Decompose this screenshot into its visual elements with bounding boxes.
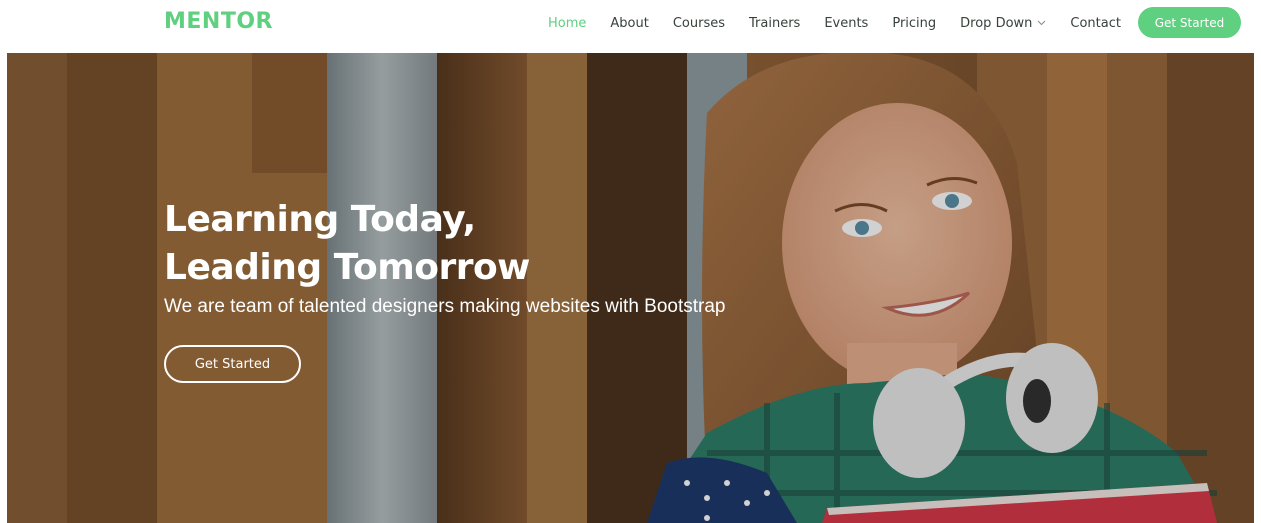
nav-about[interactable]: About	[610, 16, 648, 31]
nav-events[interactable]: Events	[824, 16, 868, 31]
hero-section: Learning Today, Leading Tomorrow We are …	[7, 53, 1254, 523]
main-nav: Home About Courses Trainers Events Prici…	[548, 14, 1145, 32]
hero-get-started-button[interactable]: Get Started	[164, 345, 301, 383]
hero-title: Learning Today, Leading Tomorrow	[164, 196, 530, 292]
nav-dropdown[interactable]: Drop Down	[960, 16, 1046, 31]
nav-courses[interactable]: Courses	[673, 16, 725, 31]
nav-trainers[interactable]: Trainers	[749, 16, 800, 31]
hero-title-line-2: Leading Tomorrow	[164, 247, 530, 288]
logo[interactable]: MENTOR	[164, 9, 273, 34]
hero-subtitle: We are team of talented designers making…	[164, 296, 726, 317]
nav-home[interactable]: Home	[548, 16, 586, 31]
hero-title-line-1: Learning Today,	[164, 199, 476, 240]
nav-contact[interactable]: Contact	[1070, 16, 1121, 31]
nav-dropdown-label: Drop Down	[960, 15, 1033, 31]
site-header: MENTOR Home About Courses Trainers Event…	[0, 0, 1261, 53]
chevron-down-icon	[1038, 20, 1046, 26]
nav-pricing[interactable]: Pricing	[892, 16, 936, 31]
get-started-button[interactable]: Get Started	[1138, 7, 1241, 38]
